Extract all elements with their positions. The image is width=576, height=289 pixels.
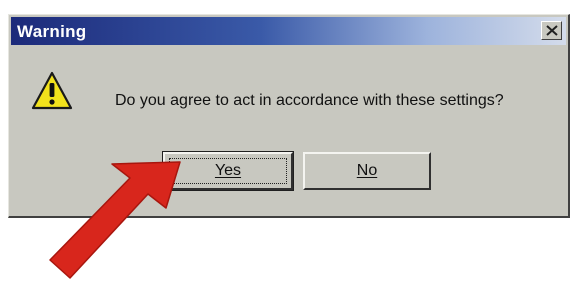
title-bar[interactable]: Warning [11,17,566,45]
close-icon [546,25,558,36]
yes-button-label: Yes [214,162,242,179]
dialog-message: Do you agree to act in accordance with t… [115,92,504,109]
warning-triangle-icon [31,71,73,110]
no-button[interactable]: No [303,152,431,190]
red-pointer-arrow-icon [49,161,181,279]
no-button-label: No [356,162,378,179]
close-button[interactable] [541,21,562,40]
screenshot-stage: Warning Do you agree to act in accordanc… [0,0,576,289]
window-title: Warning [17,22,87,41]
